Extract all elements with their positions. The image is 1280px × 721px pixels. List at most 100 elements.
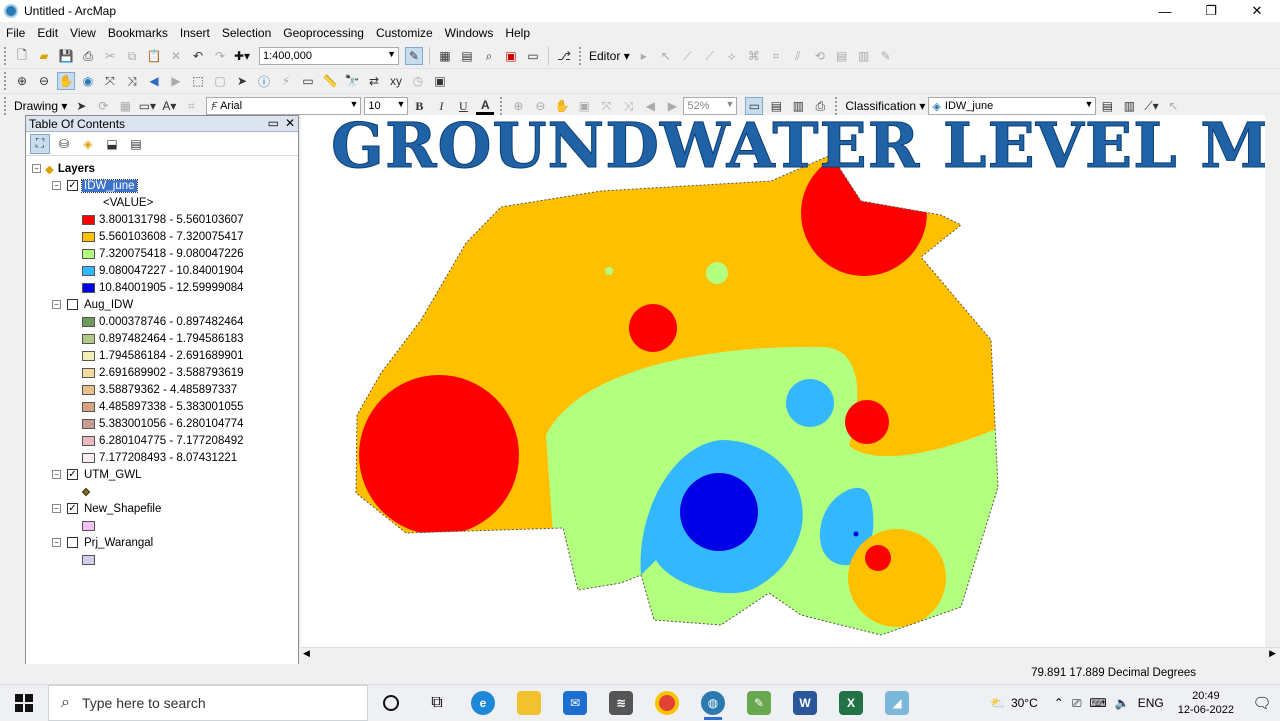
menu-windows[interactable]: Windows xyxy=(439,26,500,40)
layer-aug-idw[interactable]: − Aug_IDW xyxy=(52,296,133,313)
find-icon[interactable]: 🔭 xyxy=(343,72,361,90)
open-folder-icon[interactable]: ▰ xyxy=(35,47,53,65)
select-elements-arrow-icon[interactable]: ➤ xyxy=(72,97,90,115)
collapse-icon[interactable]: − xyxy=(52,470,61,479)
polygon-symbol[interactable] xyxy=(82,551,99,568)
bold-button[interactable]: B xyxy=(410,97,428,115)
legend-class[interactable]: 6.280104775 - 7.177208492 xyxy=(82,432,244,449)
focus-data-frame-icon[interactable]: ▤ xyxy=(767,97,785,115)
notification-icon[interactable]: 🗨 xyxy=(1244,694,1280,712)
taskbar-excel[interactable]: X xyxy=(828,685,874,721)
identify-icon[interactable]: ⓘ xyxy=(255,72,273,90)
collapse-icon[interactable]: − xyxy=(52,538,61,547)
legend-class[interactable]: 4.485897338 - 5.383001055 xyxy=(82,398,244,415)
menu-selection[interactable]: Selection xyxy=(216,26,277,40)
trace-icon[interactable]: ⟋ xyxy=(701,47,719,65)
drawing-menu[interactable]: Drawing ▾ xyxy=(14,99,67,113)
collapse-icon[interactable]: − xyxy=(52,300,61,309)
legend-class[interactable]: 10.84001905 - 12.59999084 xyxy=(82,279,244,296)
python-window-icon[interactable]: ▭ xyxy=(524,47,542,65)
menu-customize[interactable]: Customize xyxy=(370,26,439,40)
task-view-button[interactable]: ⧉ xyxy=(414,685,460,721)
go-to-xy-icon[interactable]: xy xyxy=(387,72,405,90)
menu-help[interactable]: Help xyxy=(499,26,536,40)
menu-file[interactable]: File xyxy=(0,26,31,40)
layers-root[interactable]: − ◆ Layers xyxy=(32,160,95,177)
options-icon[interactable]: ▤ xyxy=(126,134,146,154)
classification-menu[interactable]: Classification ▾ xyxy=(845,99,925,113)
save-icon[interactable]: 💾 xyxy=(57,47,75,65)
legend-class[interactable]: 5.560103608 - 7.320075417 xyxy=(82,228,244,245)
cut-polygon-icon[interactable]: ⌗ xyxy=(767,47,785,65)
layer-idw-june[interactable]: − ✓ IDW_june xyxy=(52,177,138,194)
layout-zoom-out-icon[interactable]: ⊖ xyxy=(531,97,549,115)
list-by-visibility-icon[interactable]: ◈ xyxy=(78,134,98,154)
more-tools-icon[interactable]: ↖ xyxy=(1164,97,1182,115)
menu-geoprocessing[interactable]: Geoprocessing xyxy=(277,26,370,40)
legend-class[interactable]: 3.58879362 - 4.485897337 xyxy=(82,381,237,398)
collapse-icon[interactable]: − xyxy=(52,504,61,513)
data-driven-pages-icon[interactable]: ⎙ xyxy=(811,97,829,115)
map-scale-combo[interactable]: 1:400,000 ▼ xyxy=(259,47,399,65)
editor-toolbar-icon[interactable]: ✎ xyxy=(405,47,423,65)
delete-icon[interactable]: ✕ xyxy=(167,47,185,65)
font-size-combo[interactable]: 10 ▼ xyxy=(364,97,409,115)
construct-icon[interactable]: ⟡ xyxy=(723,47,741,65)
print-icon[interactable]: ⎙ xyxy=(79,47,97,65)
clock[interactable]: 20:49 12-06-2022 xyxy=(1178,689,1234,717)
histogram-icon[interactable]: ▥ xyxy=(1120,97,1138,115)
zoom-in-icon[interactable]: ⊕ xyxy=(13,72,31,90)
rotate-icon[interactable]: ⟲ xyxy=(811,47,829,65)
italic-button[interactable]: I xyxy=(432,97,450,115)
redo-icon[interactable]: ↷ xyxy=(211,47,229,65)
scroll-left-icon[interactable]: ◀ xyxy=(303,648,310,659)
cut-icon[interactable]: ✂ xyxy=(101,47,119,65)
polygon-symbol[interactable] xyxy=(82,517,99,534)
map-display[interactable]: GROUNDWATER LEVEL MAP xyxy=(301,115,1280,647)
legend-class[interactable]: 7.177208493 - 8.07431221 xyxy=(82,449,237,466)
close-button[interactable]: ✕ xyxy=(1234,0,1280,22)
select-features-icon[interactable]: ⬚ xyxy=(189,72,207,90)
rotate-element-icon[interactable]: ⟳ xyxy=(94,97,112,115)
collapse-icon[interactable]: − xyxy=(52,181,61,190)
menu-bookmarks[interactable]: Bookmarks xyxy=(102,26,174,40)
text-icon[interactable]: A▾ xyxy=(160,97,178,115)
network-icon[interactable]: ⌨ xyxy=(1089,696,1106,710)
menu-edit[interactable]: Edit xyxy=(31,26,64,40)
menu-insert[interactable]: Insert xyxy=(174,26,216,40)
start-button[interactable] xyxy=(0,685,48,721)
edit-vertices-icon[interactable]: ⌗ xyxy=(182,97,200,115)
create-features-icon[interactable]: ✎ xyxy=(877,47,895,65)
font-name-combo[interactable]: Ꞙ Arial ▼ xyxy=(206,97,362,115)
taskbar-app-2[interactable]: ◢ xyxy=(874,685,920,721)
add-data-icon[interactable]: ✚▾ xyxy=(233,47,251,65)
undo-icon[interactable]: ↶ xyxy=(189,47,207,65)
toc-close-icon[interactable]: ✕ xyxy=(285,116,295,130)
legend-class[interactable]: 5.383001056 - 6.280104774 xyxy=(82,415,244,432)
taskbar-app[interactable]: ≋ xyxy=(598,685,644,721)
straight-segment-icon[interactable]: ⟋ xyxy=(679,47,697,65)
create-viewer-icon[interactable]: ▣ xyxy=(431,72,449,90)
legend-class[interactable]: 9.080047227 - 10.84001904 xyxy=(82,262,244,279)
symbology-icon[interactable]: ▤ xyxy=(1098,97,1116,115)
weather-temp[interactable]: 30°C xyxy=(1011,696,1038,710)
taskbar-chrome[interactable] xyxy=(644,685,690,721)
html-popup-icon[interactable]: ▭ xyxy=(299,72,317,90)
change-layout-icon[interactable]: ▥ xyxy=(789,97,807,115)
cortana-button[interactable] xyxy=(368,685,414,721)
chart-tool-icon[interactable]: ⟋▾ xyxy=(1142,97,1160,115)
layout-zoom-in-icon[interactable]: ⊕ xyxy=(509,97,527,115)
layer-prj-warangal[interactable]: − Prj_Warangal xyxy=(52,534,153,551)
vertical-scrollbar[interactable] xyxy=(1265,115,1280,647)
table-icon[interactable]: ▦ xyxy=(436,47,454,65)
fixed-zoom-out-layout-icon[interactable]: ⤨ xyxy=(619,97,637,115)
map-title[interactable]: GROUNDWATER LEVEL MAP xyxy=(331,115,1280,183)
sketch-properties-icon[interactable]: ▥ xyxy=(855,47,873,65)
minimize-button[interactable]: — xyxy=(1142,0,1188,22)
zoom-100-icon[interactable]: ▣ xyxy=(575,97,593,115)
speaker-icon[interactable]: 🔈 xyxy=(1115,696,1130,710)
layer-new-shapefile[interactable]: − ✓ New_Shapefile xyxy=(52,500,161,517)
zoom-percent-combo[interactable]: 52% ▼ xyxy=(683,97,738,115)
menu-view[interactable]: View xyxy=(64,26,102,40)
rectangle-icon[interactable]: ▭▾ xyxy=(138,97,156,115)
